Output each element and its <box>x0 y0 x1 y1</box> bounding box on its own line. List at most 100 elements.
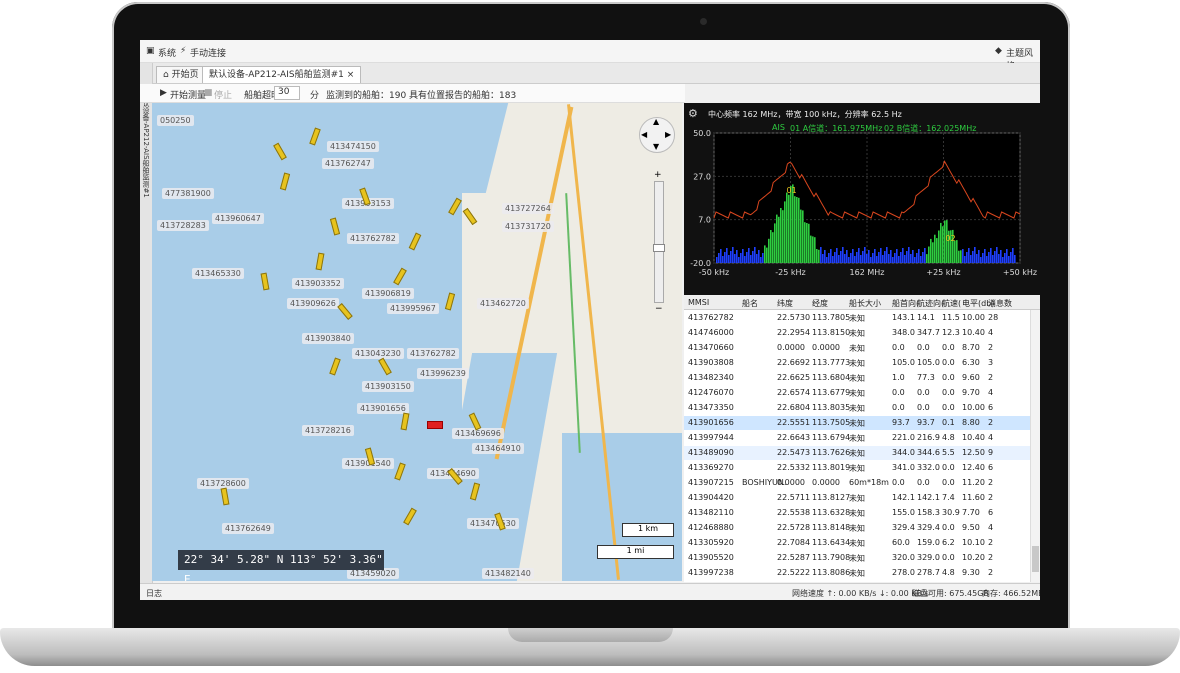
arrow-right-icon[interactable]: ▶ <box>665 130 671 139</box>
ship-marker[interactable] <box>400 412 410 431</box>
table-scrollbar[interactable] <box>1030 310 1040 582</box>
ship-label[interactable]: 413043230 <box>352 348 404 359</box>
arrow-down-icon[interactable]: ▼ <box>653 142 659 151</box>
arrow-left-icon[interactable]: ◀ <box>641 130 647 139</box>
ship-label[interactable]: 413464910 <box>472 443 524 454</box>
ship-marker[interactable] <box>337 303 353 320</box>
column-header[interactable]: MMSI <box>688 298 709 307</box>
zoom-out-icon[interactable]: − <box>655 304 663 314</box>
table-row[interactable]: 413473350 22.6804 113.8035 未知 0.0 0.0 0.0 10.00… <box>684 401 1030 415</box>
ship-label[interactable]: 413728283 <box>157 220 209 231</box>
menu-system[interactable]: 系统 <box>158 46 176 59</box>
table-row[interactable]: 414746000 22.2954 113.8150 未知 348.0 347.7 12.3… <box>684 326 1030 340</box>
ship-label[interactable]: 413909626 <box>287 298 339 309</box>
ship-marker[interactable] <box>273 142 287 161</box>
ship-marker[interactable] <box>260 272 270 291</box>
ship-marker[interactable] <box>444 292 456 311</box>
ship-label[interactable]: 413995967 <box>387 303 439 314</box>
ship-label[interactable]: 413728216 <box>302 425 354 436</box>
plug-icon[interactable]: ⚡ <box>180 46 186 56</box>
close-icon[interactable]: × <box>347 70 355 80</box>
ship-label[interactable]: 413731720 <box>502 221 554 232</box>
play-icon[interactable]: ▶ <box>160 88 167 98</box>
ship-label[interactable]: 413903352 <box>292 278 344 289</box>
table-row[interactable]: 413903808 22.6692 113.7773 未知 105.0 105.0 0.0 6… <box>684 356 1030 370</box>
column-header[interactable]: 航迹向( <box>917 298 944 309</box>
ship-label[interactable]: 413762649 <box>222 523 274 534</box>
stop-button[interactable]: 停止 <box>214 88 232 101</box>
ship-marker[interactable] <box>309 127 321 146</box>
ship-label[interactable]: 413903150 <box>362 381 414 392</box>
tab-ais-monitor[interactable]: 默认设备-AP212-AIS船舶监测#1 × <box>202 66 362 83</box>
pan-control[interactable]: ▲ ▼ ◀ ▶ <box>639 117 675 153</box>
table-row[interactable]: 413904420 22.5711 113.8127 未知 142.1 142.1 7.4 1… <box>684 491 1030 505</box>
ship-label[interactable]: 413465330 <box>192 268 244 279</box>
scrollbar-thumb[interactable] <box>1032 546 1039 572</box>
ship-label[interactable]: 413901656 <box>357 403 409 414</box>
table-row[interactable]: 413762782 22.5730 113.7805 未知 143.1 14.1 11.5 1… <box>684 311 1030 325</box>
table-row[interactable]: 413305920 22.7084 113.6434 未知 60.0 159.0 6.2 10… <box>684 536 1030 550</box>
column-header[interactable]: 经度 <box>812 298 828 309</box>
menu-manual-connect[interactable]: 手动连接 <box>190 46 226 59</box>
ship-marker[interactable] <box>315 252 325 271</box>
ship-marker[interactable] <box>448 197 462 216</box>
ship-label[interactable]: 050250 <box>157 115 194 126</box>
table-row[interactable]: 413482110 22.5538 113.6328 未知 155.0 158.3 30.9… <box>684 506 1030 520</box>
table-row[interactable]: 412476070 22.6574 113.6779 未知 0.0 0.0 0.0 9.70 4 <box>684 386 1030 400</box>
ship-label[interactable]: 413996239 <box>417 368 469 379</box>
ship-marker[interactable] <box>393 267 407 286</box>
ship-marker[interactable] <box>394 462 406 481</box>
zoom-in-icon[interactable]: + <box>654 170 662 180</box>
ship-label[interactable]: 413462720 <box>477 298 529 309</box>
zoom-slider[interactable]: + − <box>653 170 665 314</box>
column-header[interactable]: 消息数 <box>988 298 1012 309</box>
ship-label[interactable]: 413762782 <box>407 348 459 359</box>
ship-label[interactable]: 477381900 <box>162 188 214 199</box>
ship-label[interactable]: 413470530 <box>467 518 519 529</box>
table-row[interactable]: 412468880 22.5728 113.8148 未知 329.4 329.4 0.0 9… <box>684 521 1030 535</box>
column-header[interactable]: 船长大小 <box>849 298 881 309</box>
ship-marker[interactable] <box>408 232 422 251</box>
ship-label[interactable]: 413762747 <box>322 158 374 169</box>
spectrum-bar <box>894 253 896 263</box>
ship-label[interactable]: 413474150 <box>327 141 379 152</box>
start-button[interactable]: 开始测量 <box>170 88 206 101</box>
sidebar-device-label[interactable]: 默认设备-AP212-AIS船舶监测#1 <box>141 93 151 253</box>
table-row[interactable]: 413997238 22.5222 113.8086 未知 278.0 278.7 4.8 9… <box>684 566 1030 580</box>
selected-ship[interactable] <box>427 421 443 429</box>
table-row[interactable]: 413470660 0.0000 0.0000 未知 0.0 0.0 0.0 8.70 2 <box>684 341 1030 355</box>
system-icon[interactable]: ▣ <box>146 46 155 56</box>
ship-marker[interactable] <box>403 507 417 526</box>
table-row[interactable]: 413489090 22.5473 113.7626 未知 344.0 344.6 5.5 1… <box>684 446 1030 460</box>
ship-label[interactable]: 413469696 <box>452 428 504 439</box>
table-row[interactable]: 413905520 22.5287 113.7908 未知 320.0 329.0 0.0 1… <box>684 551 1030 565</box>
zoom-handle[interactable] <box>653 244 665 252</box>
ship-marker[interactable] <box>329 217 341 236</box>
log-label[interactable]: 日志 <box>146 588 162 599</box>
table-row[interactable]: 413369270 22.5332 113.8019 未知 341.0 332.0 0.0 1… <box>684 461 1030 475</box>
column-header[interactable]: 纬度 <box>777 298 793 309</box>
table-row[interactable]: 413482340 22.6625 113.6804 未知 1.0 77.3 0.0 9.60… <box>684 371 1030 385</box>
ship-marker[interactable] <box>279 172 291 191</box>
column-header[interactable]: 航速( <box>942 298 961 309</box>
ship-marker[interactable] <box>329 357 341 376</box>
ship-label[interactable]: 413903840 <box>302 333 354 344</box>
ship-marker[interactable] <box>378 357 392 376</box>
ship-label[interactable]: 413960647 <box>212 213 264 224</box>
arrow-up-icon[interactable]: ▲ <box>653 117 659 126</box>
ship-marker[interactable] <box>220 487 230 506</box>
ship-label[interactable]: 413482140 <box>482 568 534 579</box>
ship-label[interactable]: 413762782 <box>347 233 399 244</box>
theme-icon[interactable]: ◆ <box>995 46 1002 56</box>
ship-label[interactable]: 413727264 <box>502 203 554 214</box>
column-header[interactable]: 船名 <box>742 298 758 309</box>
table-row[interactable]: 413997944 22.6643 113.6794 未知 221.0 216.9 4.8 1… <box>684 431 1030 445</box>
tab-start-page[interactable]: ⌂ 开始页 <box>156 66 206 83</box>
stop-icon[interactable]: ■ <box>204 88 213 98</box>
table-row[interactable]: 413901656 22.5551 113.7505 未知 93.7 93.7 0.1 8.8… <box>684 416 1030 430</box>
column-header[interactable]: 船首向( <box>892 298 919 309</box>
table-row[interactable]: 413907215 BOSHIYUN. 0.0000 0.0000 60m*18m 0.0… <box>684 476 1030 490</box>
interval-input[interactable]: 30 <box>274 86 301 100</box>
map-view[interactable]: 050250 413474150 413762747 477381900 4139031… <box>152 103 682 581</box>
ship-label[interactable]: 413906819 <box>362 288 414 299</box>
